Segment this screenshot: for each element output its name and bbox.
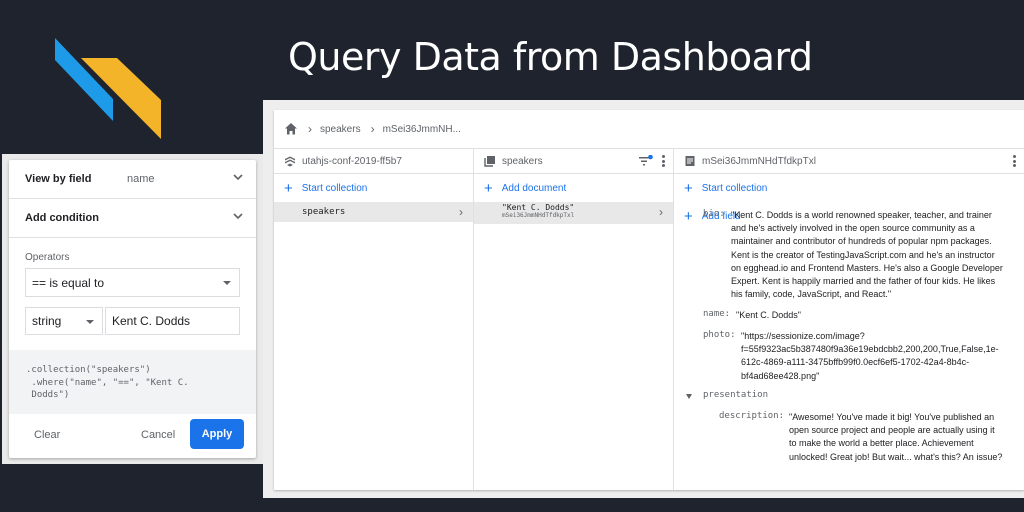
add-document-button[interactable]: + Add document <box>474 174 673 202</box>
view-by-field-label: View by field <box>25 173 92 185</box>
type-select-value: string <box>32 314 62 328</box>
field-value-description[interactable]: "Awesome! You've made it big! You've pub… <box>789 411 1021 464</box>
chevron-right-icon: › <box>308 122 312 136</box>
collection-item-speakers[interactable]: speakers › <box>274 202 473 222</box>
page-title: Query Data from Dashboard <box>288 35 813 79</box>
breadcrumb-item-collection[interactable]: speakers <box>320 124 361 135</box>
field-key-name: name: <box>703 309 731 319</box>
filter-icon[interactable] <box>639 155 653 167</box>
field-key-photo: photo: <box>703 330 736 340</box>
start-collection-button[interactable]: + Start collection <box>274 174 473 202</box>
query-panel: View by field name Add condition Operato… <box>9 160 256 458</box>
breadcrumb-item-document[interactable]: mSei36JmmNH... <box>383 124 461 135</box>
field-list: bio: "Kent C. Dodds is a world renowned … <box>674 149 1024 490</box>
document-name: "Kent C. Dodds" <box>502 203 575 212</box>
operator-select[interactable]: == is equal to <box>25 268 240 297</box>
chevron-down-icon <box>233 213 243 220</box>
document-id: mSei36JmmNHdTfdkpTxl <box>502 212 575 219</box>
firestore-console: › speakers › mSei36JmmNH... utahjs-conf-… <box>263 100 1024 498</box>
condition-value-input[interactable]: Kent C. Dodds <box>105 307 240 335</box>
more-vert-icon[interactable] <box>662 155 665 167</box>
plus-icon: + <box>284 179 293 197</box>
field-key-presentation[interactable]: presentation <box>703 390 768 400</box>
field-key-description: description: <box>719 411 785 421</box>
collection-item-label: speakers <box>302 207 346 217</box>
add-condition-label: Add condition <box>25 212 99 224</box>
field-value-bio[interactable]: "Kent C. Dodds is a world renowned speak… <box>731 209 1021 301</box>
expand-arrow-icon[interactable] <box>686 394 692 399</box>
project-name: utahjs-conf-2019-ff5b7 <box>302 155 402 167</box>
app-logo <box>55 38 161 139</box>
query-panel-backdrop: View by field name Add condition Operato… <box>2 154 263 464</box>
operators-label: Operators <box>25 252 70 263</box>
start-collection-label: Start collection <box>301 182 368 194</box>
collection-column: speakers + Add document "Kent C. Dodds" … <box>474 149 674 490</box>
plus-icon: + <box>484 179 493 197</box>
chevron-down-icon <box>233 174 243 181</box>
project-column-header: utahjs-conf-2019-ff5b7 <box>274 149 473 174</box>
chevron-right-icon: › <box>659 205 663 219</box>
chevron-right-icon: › <box>370 122 375 136</box>
home-icon[interactable] <box>284 122 298 136</box>
breadcrumb: › speakers › mSei36JmmNH... <box>274 110 1024 149</box>
add-document-label: Add document <box>501 182 567 194</box>
query-code-preview: .collection("speakers") .where("name", "… <box>9 350 256 414</box>
document-item[interactable]: "Kent C. Dodds" mSei36JmmNHdTfdkpTxl › <box>474 202 673 224</box>
type-select[interactable]: string <box>25 307 103 335</box>
field-value-photo[interactable]: "https://sessionize.com/image? f=55f9323… <box>741 330 1021 383</box>
collection-name: speakers <box>502 155 543 167</box>
condition-value-text: Kent C. Dodds <box>112 314 191 328</box>
cancel-button[interactable]: Cancel <box>141 429 175 441</box>
document-column: mSei36JmmNHdTfdkpTxl + Start collection … <box>674 149 1024 490</box>
apply-button[interactable]: Apply <box>190 419 244 449</box>
collection-icon <box>484 156 495 167</box>
field-key-bio: bio: <box>703 209 725 219</box>
view-by-field-row[interactable]: View by field name <box>9 160 256 199</box>
dropdown-arrow-icon <box>86 320 94 324</box>
add-condition-row[interactable]: Add condition <box>9 199 256 238</box>
firestore-icon <box>285 156 295 167</box>
operator-select-value: == is equal to <box>32 275 105 290</box>
data-viewer: › speakers › mSei36JmmNH... utahjs-conf-… <box>274 110 1024 490</box>
view-by-field-value: name <box>127 173 155 185</box>
dropdown-arrow-icon <box>223 281 231 285</box>
chevron-right-icon: › <box>459 205 463 219</box>
clear-button[interactable]: Clear <box>34 429 60 441</box>
field-value-name[interactable]: "Kent C. Dodds" <box>736 309 801 322</box>
collection-column-header: speakers <box>474 149 673 174</box>
project-column: utahjs-conf-2019-ff5b7 + Start collectio… <box>274 149 474 490</box>
